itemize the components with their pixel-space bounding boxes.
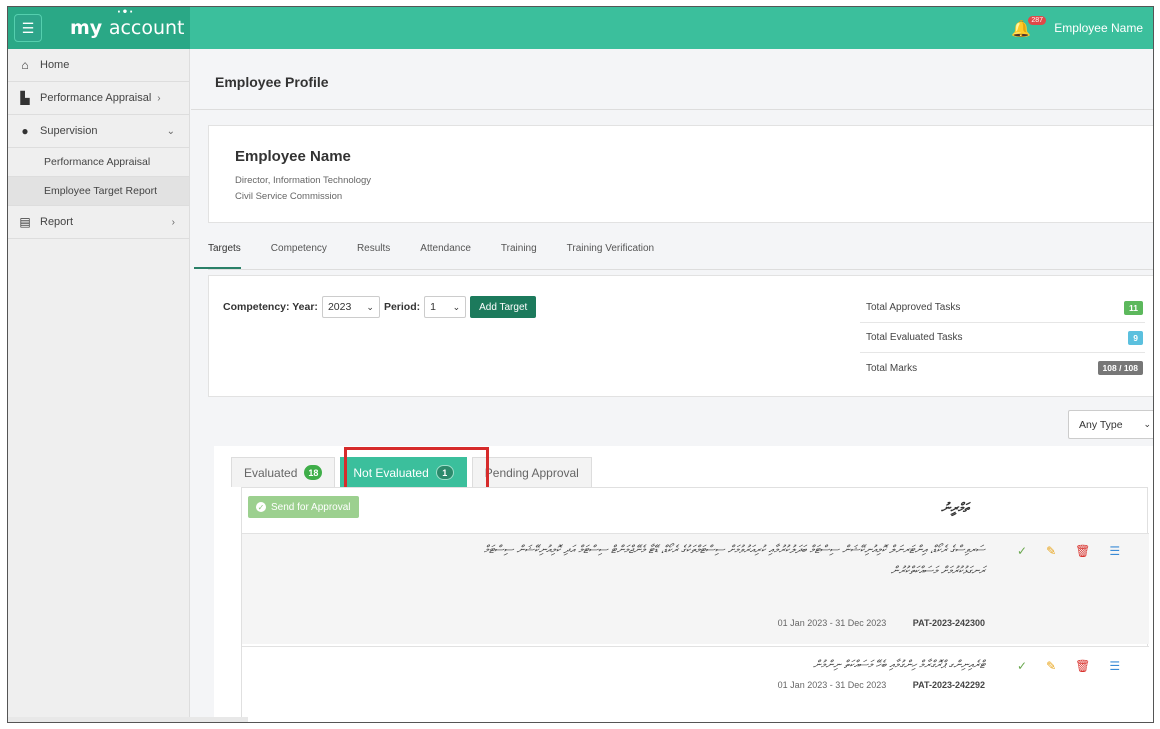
tab-evaluated[interactable]: Evaluated 18 bbox=[231, 457, 336, 487]
sidebar-subitem-employee-target-report[interactable]: Employee Target Report bbox=[8, 177, 189, 206]
chevron-down-icon: ⌄ bbox=[452, 301, 461, 312]
year-label: Competency: Year: bbox=[223, 301, 318, 313]
tab-attendance[interactable]: Attendance bbox=[420, 231, 471, 269]
profile-card: Employee Name Director, Information Tech… bbox=[208, 125, 1153, 223]
tab-training[interactable]: Training bbox=[501, 231, 537, 269]
targets-list-panel: Evaluated 18 Not Evaluated 1 Pending App… bbox=[214, 446, 1153, 722]
horizontal-scrollbar[interactable] bbox=[8, 717, 248, 722]
row-meta: 01 Jan 2023 - 31 Dec 2023 PAT-2023-24230… bbox=[778, 618, 985, 628]
list-icon[interactable]: ☰ bbox=[1109, 659, 1120, 673]
top-bar: ☰ ·•· my account 🔔 287 Employee Name bbox=[8, 7, 1153, 49]
row-meta: 01 Jan 2023 - 31 Dec 2023 PAT-2023-24229… bbox=[778, 680, 985, 690]
sidebar-item-performance-appraisal[interactable]: ▙ Performance Appraisal › bbox=[8, 82, 189, 115]
sidebar-item-report[interactable]: ▤ Report › bbox=[8, 206, 189, 239]
tab-competency[interactable]: Competency bbox=[271, 231, 327, 269]
user-menu[interactable]: Employee Name bbox=[1054, 21, 1143, 35]
edit-icon[interactable]: ✎ bbox=[1046, 544, 1056, 558]
section-title: ތަމްރީނު bbox=[941, 500, 969, 515]
targets-card: Competency: Year: 2023 ⌄ Period: 1 ⌄ Add T… bbox=[208, 275, 1153, 397]
period-label: Period: bbox=[383, 301, 421, 313]
tab-training-verification[interactable]: Training Verification bbox=[567, 231, 654, 269]
check-icon[interactable]: ✓ bbox=[1017, 659, 1027, 673]
list-item: ސަރވިސްގެ ރެކޯޑް، އިންޓަރނަލް ކޮމިއުނިކޭ… bbox=[242, 533, 1149, 644]
stat-approved-tasks: Total Approved Tasks 11 bbox=[860, 293, 1145, 323]
row-actions: ✓ ✎ 🗑 ☰ bbox=[1017, 659, 1120, 673]
date-range: 01 Jan 2023 - 31 Dec 2023 bbox=[777, 618, 887, 628]
sidebar: ⌂ Home ▙ Performance Appraisal › ● Super… bbox=[8, 49, 190, 722]
chevron-right-icon: › bbox=[157, 92, 161, 104]
brand-area: ☰ ·•· my account bbox=[8, 7, 190, 49]
chevron-down-icon: ⌄ bbox=[1143, 419, 1151, 429]
home-icon: ⌂ bbox=[21, 58, 29, 72]
app-window: ☰ ·•· my account 🔔 287 Employee Name ⌂ H… bbox=[7, 6, 1154, 723]
target-code: PAT-2023-242292 bbox=[912, 680, 985, 690]
check-icon[interactable]: ✓ bbox=[1017, 544, 1027, 558]
chevron-down-icon: ⌄ bbox=[166, 125, 175, 137]
divider bbox=[191, 109, 1153, 110]
employee-name: Employee Name bbox=[235, 148, 351, 165]
main-content: Employee Profile Employee Name Director,… bbox=[191, 49, 1153, 722]
divider bbox=[208, 269, 1153, 270]
tab-results[interactable]: Results bbox=[357, 231, 390, 269]
stat-total-marks: Total Marks 108 / 108 bbox=[860, 353, 1145, 383]
logo-dots-icon: ·•· bbox=[117, 7, 134, 18]
highlight-box bbox=[344, 447, 489, 491]
sidebar-item-supervision[interactable]: ● Supervision ⌄ bbox=[8, 115, 189, 148]
target-code: PAT-2023-242300 bbox=[912, 618, 985, 628]
competency-filter: Competency: Year: 2023 ⌄ Period: 1 ⌄ Add T… bbox=[223, 296, 537, 318]
menu-toggle-icon[interactable]: ☰ bbox=[14, 14, 42, 42]
year-select[interactable]: 2023 ⌄ bbox=[321, 296, 380, 318]
check-circle-icon: ✓ bbox=[256, 502, 266, 512]
add-target-button[interactable]: Add Target bbox=[470, 296, 537, 318]
type-filter-select[interactable]: Any Type ⌄ bbox=[1068, 410, 1153, 439]
count-badge: 11 bbox=[1124, 300, 1143, 315]
period-select[interactable]: 1 ⌄ bbox=[424, 296, 467, 318]
send-for-approval-button[interactable]: ✓ Send for Approval bbox=[248, 496, 359, 518]
target-description: ސަރވިސްގެ ރެކޯޑް، އިންޓަރނަލް ކޮމިއުނިކޭ… bbox=[483, 544, 985, 577]
marks-badge: 108 / 108 bbox=[1097, 361, 1143, 375]
count-badge: 9 bbox=[1128, 330, 1143, 345]
stats-table: Total Approved Tasks 11 Total Evaluated … bbox=[860, 293, 1145, 383]
document-icon: ▤ bbox=[19, 215, 31, 229]
edit-icon[interactable]: ✎ bbox=[1046, 659, 1056, 673]
delete-icon[interactable]: 🗑 bbox=[1075, 659, 1090, 673]
list-icon[interactable]: ☰ bbox=[1109, 544, 1120, 558]
count-badge: 18 bbox=[304, 465, 323, 480]
chart-icon: ▙ bbox=[20, 91, 30, 105]
employee-position: Director, Information Technology bbox=[235, 175, 372, 186]
tab-targets[interactable]: Targets bbox=[194, 231, 241, 269]
stat-evaluated-tasks: Total Evaluated Tasks 9 bbox=[860, 323, 1145, 353]
row-actions: ✓ ✎ 🗑 ☰ bbox=[1017, 544, 1120, 558]
profile-tabs: Targets Competency Results Attendance Tr… bbox=[194, 231, 684, 269]
page-title: Employee Profile bbox=[215, 74, 329, 90]
chevron-down-icon: ⌄ bbox=[366, 301, 374, 312]
user-icon: ● bbox=[21, 124, 29, 138]
sidebar-subitem-performance-appraisal[interactable]: Performance Appraisal bbox=[8, 148, 189, 177]
delete-icon[interactable]: 🗑 bbox=[1075, 544, 1090, 558]
list-item: ޓްރެއިނިންގ ޕްރޮގްރާމް ހިންގުމާއި ބެހޭ މ… bbox=[242, 646, 1149, 722]
date-range: 01 Jan 2023 - 31 Dec 2023 bbox=[777, 680, 887, 690]
tab-pending-approval[interactable]: Pending Approval bbox=[471, 457, 592, 487]
app-logo[interactable]: ·•· my account bbox=[70, 8, 185, 40]
targets-list: ✓ Send for Approval ތަމްރީނު ސަރވިސްގެ ރ… bbox=[241, 487, 1149, 722]
sidebar-item-home[interactable]: ⌂ Home bbox=[8, 49, 189, 82]
chevron-right-icon: › bbox=[171, 216, 175, 228]
notification-badge: 287 bbox=[1028, 16, 1046, 25]
employee-department: Civil Service Commission bbox=[235, 191, 343, 202]
target-description: ޓްރެއިނިންގ ޕްރޮގްރާމް ހިންގުމާއި ބެހޭ މ… bbox=[813, 659, 985, 671]
